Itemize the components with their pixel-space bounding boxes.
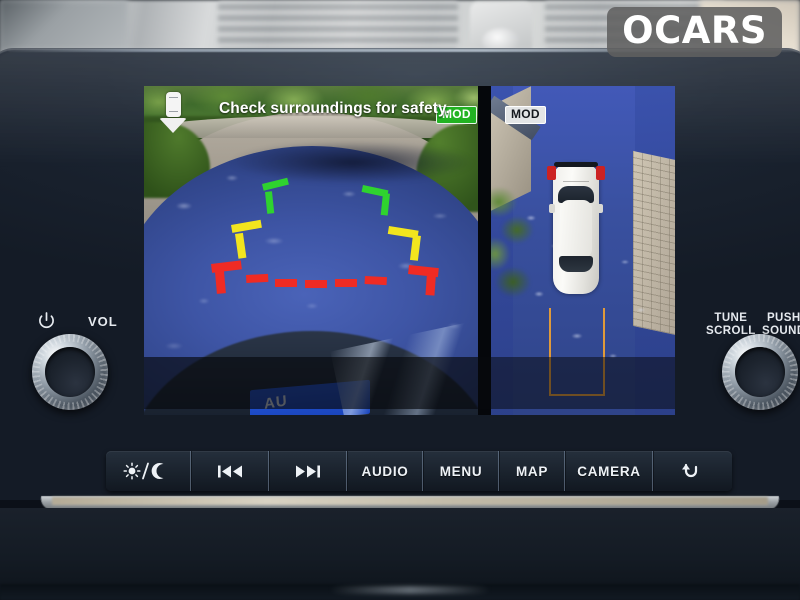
hard-button-bar: AUDIO MENU MAP CAMERA [106,451,732,491]
vehicle-sensor-right [596,166,605,180]
guideline-red [211,260,439,296]
guideline-green [262,177,390,216]
vehicle-front-bar [554,162,598,167]
back-arrow-icon [680,461,706,481]
push-label-line1: PUSH [766,312,800,324]
warning-message: Check surroundings for safety. [219,100,450,117]
camera-button[interactable]: CAMERA [565,451,653,491]
vehicle-sensor-left [547,166,556,180]
audio-button[interactable]: AUDIO [347,451,423,491]
console-trim-inner [52,497,768,505]
ocars-watermark: OCARS [607,7,782,57]
watermark-text: OCARS [622,9,767,52]
power-icon[interactable] [38,312,55,330]
tune-scroll-label: TUNE SCROLL [706,312,756,338]
vehicle-windshield-rear [559,256,593,272]
vehicle-mirror-left [549,204,555,213]
warning-bar [144,357,675,409]
previous-track-icon [217,464,243,479]
infotainment-screenshot: OCARS MOD MOD Check surroundings for saf… [0,0,800,600]
sun-moon-icon [122,461,174,481]
vehicle-roof [560,200,592,258]
warning-sensor-cone [159,118,187,133]
mod-badge-top-view: MOD [505,106,546,124]
map-button[interactable]: MAP [499,451,565,491]
volume-knob[interactable] [32,334,108,410]
console-lower-highlight [330,586,490,594]
volume-label: VOL [88,314,118,329]
ego-vehicle-top-view [547,162,605,294]
vehicle-mirror-right [597,204,603,213]
previous-track-button[interactable] [191,451,269,491]
day-night-button[interactable] [106,451,191,491]
tune-knob-ridges [722,334,798,410]
dashboard-vent-left [218,0,458,50]
menu-button[interactable]: MENU [423,451,499,491]
tune-label-line1: TUNE [714,312,748,324]
guideline-yellow [230,219,421,261]
back-button[interactable] [653,451,732,491]
volume-knob-ridges [32,334,108,410]
warning-car-glyph [166,92,181,117]
vehicle-sensor-icon [158,92,188,134]
infotainment-screen[interactable]: AU MOD [144,86,675,415]
tune-knob[interactable] [722,334,798,410]
vehicle-hood-line [563,172,589,182]
next-track-icon [295,464,321,479]
next-track-button[interactable] [269,451,347,491]
